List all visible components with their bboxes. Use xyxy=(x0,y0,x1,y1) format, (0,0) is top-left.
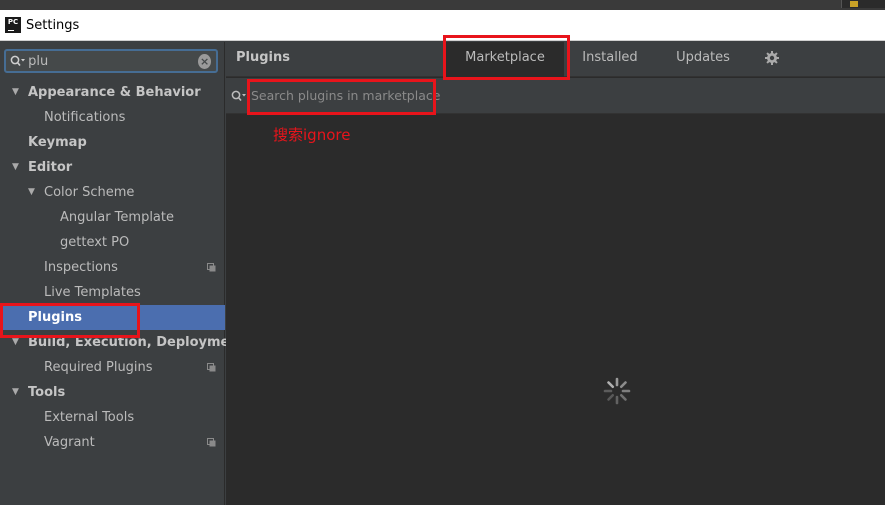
sidebar-item-color-scheme[interactable]: ▼ Color Scheme xyxy=(0,180,225,205)
sidebar-item-external-tools[interactable]: External Tools xyxy=(0,405,225,430)
sidebar-item-tools[interactable]: ▼ Tools xyxy=(0,380,225,405)
gear-icon[interactable] xyxy=(764,50,780,66)
sidebar-item-appearance-behavior[interactable]: ▼ Appearance & Behavior xyxy=(0,80,225,105)
annotation-text: 搜索ignore xyxy=(273,126,351,144)
sidebar-item-label: Vagrant xyxy=(44,435,95,450)
sidebar-item-angular-template[interactable]: Angular Template xyxy=(0,205,225,230)
expand-arrow-icon[interactable]: ▼ xyxy=(12,330,22,355)
project-scope-icon xyxy=(207,263,216,272)
background-window-strip xyxy=(0,0,885,10)
sidebar-item-live-templates[interactable]: Live Templates xyxy=(0,280,225,305)
clear-search-icon[interactable]: × xyxy=(198,53,211,69)
settings-sidebar: × ▼ Appearance & Behavior Notifications Key… xyxy=(0,42,245,505)
background-window-corner xyxy=(841,0,885,8)
sidebar-item-required-plugins[interactable]: Required Plugins xyxy=(0,355,225,380)
project-scope-icon xyxy=(207,363,216,372)
plugins-header: Plugins Marketplace Installed Updates xyxy=(226,42,885,77)
sidebar-item-inspections[interactable]: Inspections xyxy=(0,255,225,280)
sidebar-item-label: Appearance & Behavior xyxy=(28,85,201,100)
tab-label: Marketplace xyxy=(465,50,545,65)
expand-arrow-icon[interactable]: ▼ xyxy=(12,155,22,180)
sidebar-item-editor[interactable]: ▼ Editor xyxy=(0,155,225,180)
sidebar-item-gettext-po[interactable]: gettext PO xyxy=(0,230,225,255)
sidebar-item-notifications[interactable]: Notifications xyxy=(0,105,225,130)
sidebar-item-label: Color Scheme xyxy=(44,185,135,200)
tab-label: Installed xyxy=(582,50,638,65)
sidebar-item-label: Notifications xyxy=(44,110,126,125)
settings-search-input[interactable] xyxy=(26,53,199,69)
expand-arrow-icon[interactable]: ▼ xyxy=(28,180,38,205)
sidebar-item-label: Tools xyxy=(28,385,66,400)
sidebar-item-label: Editor xyxy=(28,160,73,175)
expand-arrow-icon[interactable]: ▼ xyxy=(12,80,22,105)
sidebar-item-label: Build, Execution, Deployment xyxy=(28,335,245,350)
sidebar-item-build-execution-deployment[interactable]: ▼ Build, Execution, Deployment xyxy=(0,330,245,355)
settings-tree: ▼ Appearance & Behavior Notifications Keyma… xyxy=(0,80,245,455)
sidebar-item-label: Angular Template xyxy=(60,210,174,225)
search-icon[interactable] xyxy=(231,90,251,102)
tab-marketplace[interactable]: Marketplace xyxy=(446,42,564,77)
window-title: Settings xyxy=(26,17,80,33)
spinner-icon xyxy=(603,377,631,405)
sidebar-item-label: gettext PO xyxy=(60,235,130,250)
title-bar: PC Settings xyxy=(0,10,885,41)
search-icon[interactable] xyxy=(9,55,26,67)
tab-label: Updates xyxy=(676,50,730,65)
pycharm-app-icon: PC xyxy=(5,17,21,33)
sidebar-item-vagrant[interactable]: Vagrant xyxy=(0,430,225,455)
expand-arrow-icon[interactable]: ▼ xyxy=(12,380,22,405)
plugin-search-bar xyxy=(226,78,885,114)
sidebar-item-label: Live Templates xyxy=(44,285,141,300)
tab-updates[interactable]: Updates xyxy=(667,42,739,77)
sidebar-item-label: Inspections xyxy=(44,260,118,275)
sidebar-item-label: Plugins xyxy=(28,310,82,325)
tab-installed[interactable]: Installed xyxy=(574,42,646,77)
plugins-panel: Plugins Marketplace Installed Updates xyxy=(226,42,885,505)
plugin-search-input[interactable] xyxy=(251,88,551,103)
sidebar-item-label: Required Plugins xyxy=(44,360,153,375)
page-title: Plugins xyxy=(236,50,290,65)
sidebar-item-keymap[interactable]: Keymap xyxy=(0,130,225,155)
sidebar-item-label: External Tools xyxy=(44,410,135,425)
sidebar-item-label: Keymap xyxy=(28,135,87,150)
project-scope-icon xyxy=(207,438,216,447)
sidebar-item-plugins[interactable]: Plugins xyxy=(0,305,225,330)
settings-search-box[interactable]: × xyxy=(4,49,218,73)
